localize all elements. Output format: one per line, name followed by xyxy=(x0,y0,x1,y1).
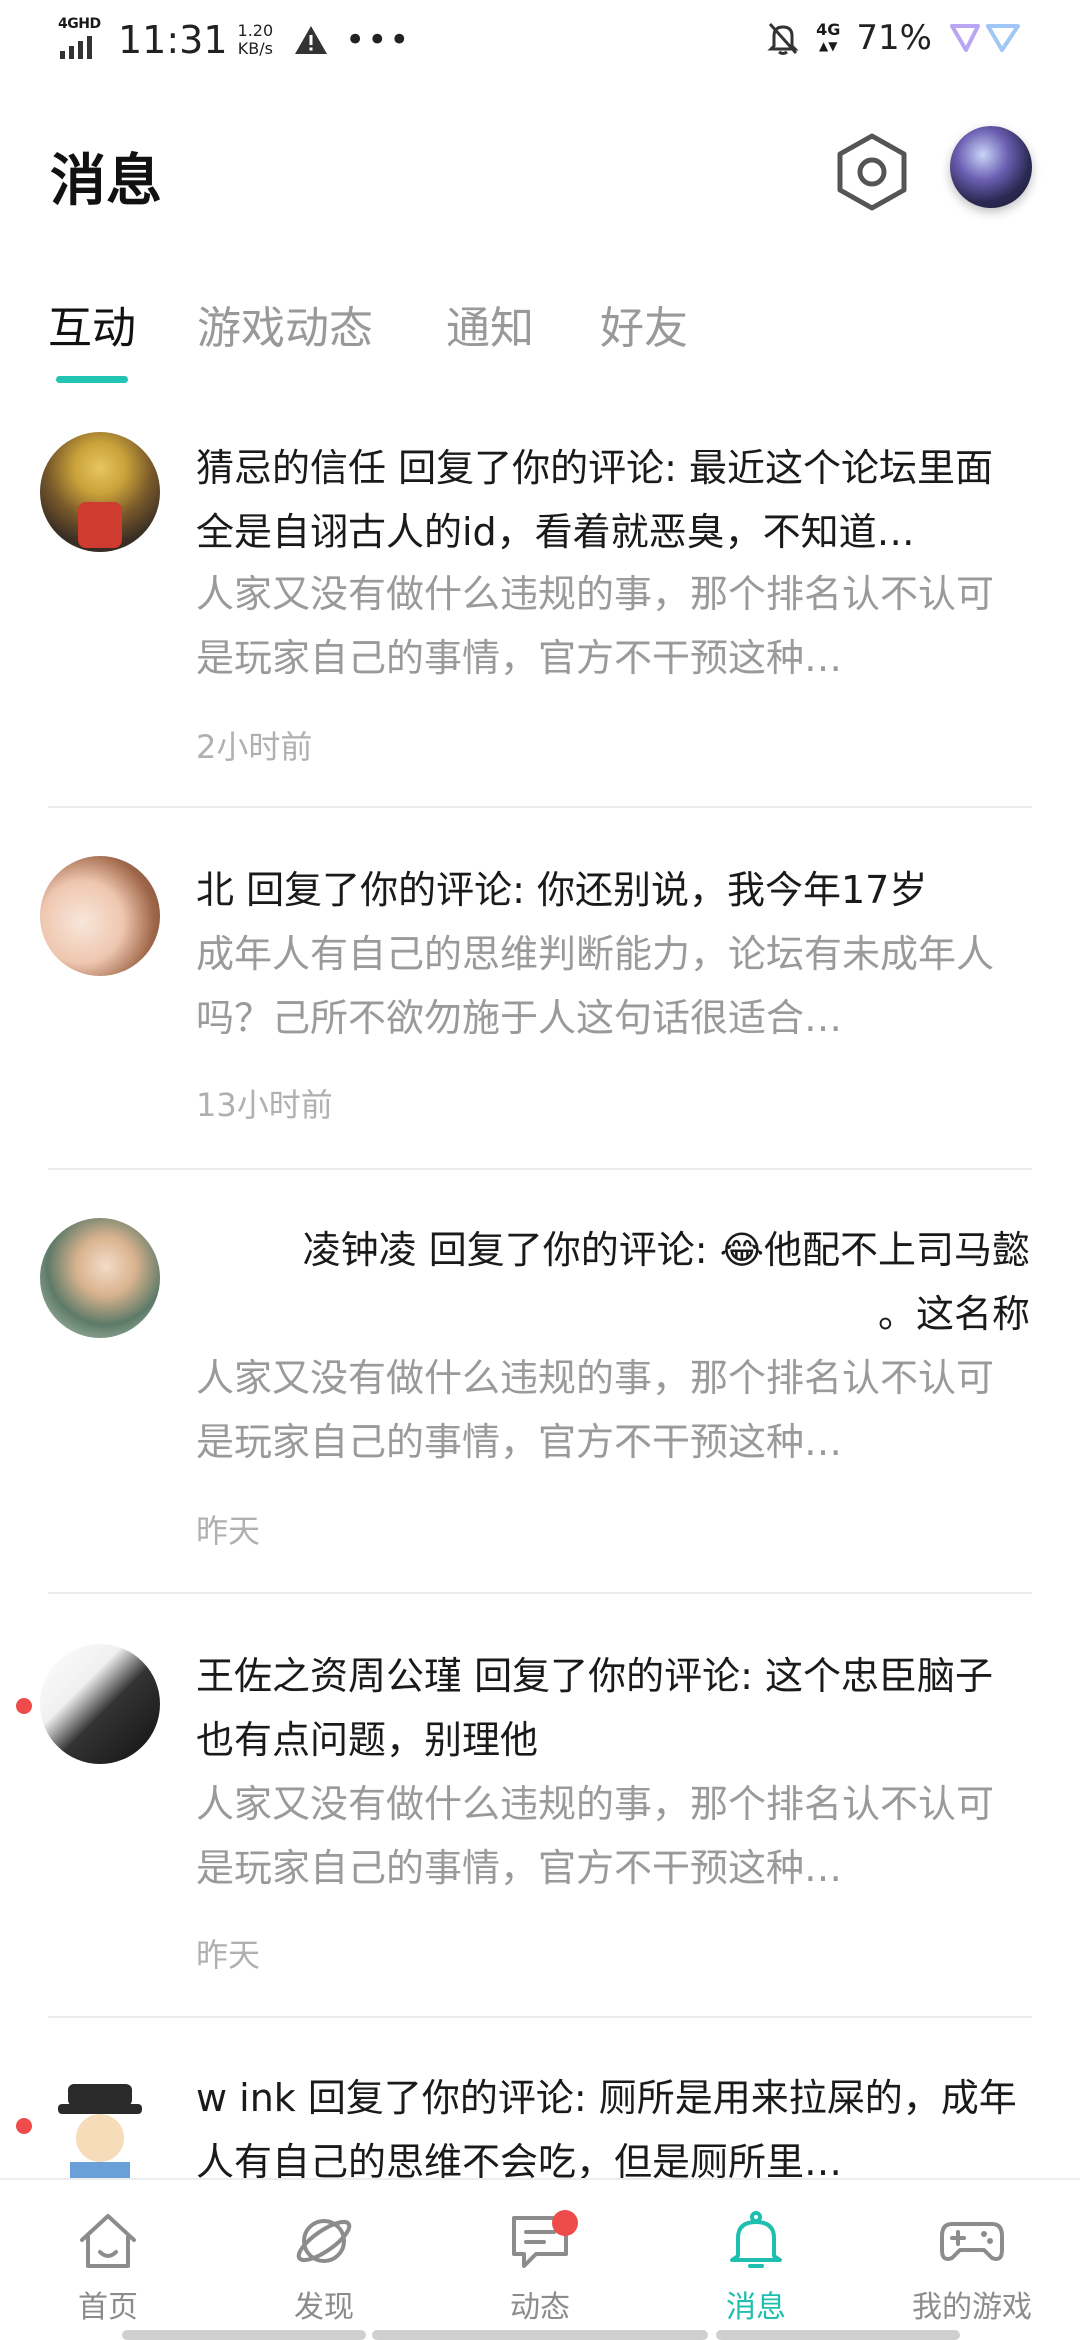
gamepad-icon xyxy=(940,2222,1004,2261)
more-notifications-icon: ••• xyxy=(345,20,412,60)
nav-messages-label: 消息 xyxy=(726,2290,786,2325)
gesture-bar xyxy=(372,2330,708,2340)
nav-my-games[interactable]: 我的游戏 xyxy=(902,2210,1042,2330)
active-tab-indicator xyxy=(56,376,128,383)
message-title: 北 回复了你的评论: 你还别说，我今年17岁 xyxy=(196,868,928,912)
message-item[interactable]: w ink 回复了你的评论: 厕所是用来拉屎的，成年人有自己的思维不会吃，但是厕… xyxy=(0,2056,1080,2178)
divider xyxy=(48,2016,1032,2018)
tab-notifications[interactable]: 通知 xyxy=(446,292,534,356)
nav-my-games-label: 我的游戏 xyxy=(912,2290,1032,2325)
gesture-bar xyxy=(122,2330,366,2340)
status-bar: 4GHD 11:31 1.20 KB/s ••• 4G ▲▼ 71% xyxy=(0,0,1080,84)
message-title: 王佐之资周公瑾 回复了你的评论: 这个忠臣脑子也有点问题，别理他 xyxy=(196,1654,993,1762)
mobile-data-indicator: 4G ▲▼ xyxy=(816,20,841,54)
status-time: 11:31 xyxy=(118,18,228,62)
status-left: 4GHD 11:31 1.20 KB/s ••• xyxy=(58,14,411,66)
home-icon xyxy=(80,2214,136,2268)
nav-feed-label: 动态 xyxy=(510,2290,570,2325)
message-title: 凌钟凌 回复了你的评论: 😂他配不上司马懿 xyxy=(302,1228,1030,1272)
settings-hexagon-icon xyxy=(837,133,907,211)
avatar[interactable] xyxy=(40,856,160,976)
nav-discover-label: 发现 xyxy=(294,2290,354,2325)
divider xyxy=(48,1168,1032,1170)
settings-button[interactable] xyxy=(832,128,912,216)
nav-messages[interactable]: 消息 xyxy=(686,2210,826,2330)
nav-feed[interactable]: 动态 xyxy=(470,2210,610,2330)
unread-dot xyxy=(16,1698,32,1714)
bell-icon xyxy=(730,2211,782,2268)
avatar[interactable] xyxy=(40,432,160,552)
battery-level: 71% xyxy=(856,18,932,58)
tab-interaction[interactable]: 互动 xyxy=(48,292,136,356)
bell-off-icon xyxy=(767,22,799,55)
warning-icon xyxy=(295,26,328,54)
avatar-illustration xyxy=(58,2084,142,2178)
network-speed-value: 1.20 xyxy=(237,21,274,40)
page-header: 消息 xyxy=(0,110,1080,230)
avatar[interactable] xyxy=(40,2076,160,2178)
nav-home[interactable]: 首页 xyxy=(38,2210,178,2330)
message-title: w ink 回复了你的评论: 厕所是用来拉屎的，成年人有自己的思维不会吃，但是厕… xyxy=(196,2076,1017,2178)
nav-feed-badge xyxy=(552,2210,578,2236)
message-time: 2小时前 xyxy=(196,728,313,766)
tab-friends[interactable]: 好友 xyxy=(600,292,688,356)
planet-icon xyxy=(296,2219,352,2263)
avatar[interactable] xyxy=(40,1218,160,1338)
message-quote: 人家又没有做什么违规的事，那个排名认不认可是玩家自己的事情，官方不干预这种… xyxy=(196,1356,995,1464)
bottom-nav: 首页 发现 动态 消息 我的游戏 xyxy=(0,2178,1080,2340)
divider xyxy=(48,1592,1032,1594)
page-title: 消息 xyxy=(50,149,162,214)
message-time: 13小时前 xyxy=(196,1086,333,1124)
status-right: 4G ▲▼ 71% xyxy=(766,18,1024,58)
message-time: 昨天 xyxy=(196,1512,261,1550)
nav-discover[interactable]: 发现 xyxy=(254,2210,394,2330)
divider xyxy=(48,806,1032,808)
mobile-data-label: 4G xyxy=(816,20,841,39)
message-title: 猜忌的信任 回复了你的评论: 最近这个论坛里面全是自诩古人的id，看着就恶臭，不… xyxy=(196,446,993,554)
my-avatar[interactable] xyxy=(950,126,1032,208)
network-speed: 1.20 KB/s xyxy=(238,22,274,58)
network-type: 4GHD xyxy=(58,16,101,32)
brand-logo-icon xyxy=(950,24,1020,52)
tab-game-news[interactable]: 游戏动态 xyxy=(197,292,373,356)
message-quote: 成年人有自己的思维判断能力，论坛有未成年人吗？己所不欲勿施于人这句话很适合… xyxy=(196,932,995,1040)
unread-dot xyxy=(16,2118,32,2134)
network-speed-unit: KB/s xyxy=(237,39,273,58)
message-title-continued: 。这名称 xyxy=(877,1292,1030,1336)
nav-home-label: 首页 xyxy=(78,2290,138,2325)
cellular-signal-icon: 4GHD xyxy=(58,14,108,66)
gesture-bar xyxy=(716,2330,960,2340)
message-tabs: 互动 游戏动态 通知 好友 xyxy=(0,280,1080,390)
avatar[interactable] xyxy=(40,1644,160,1764)
message-time: 昨天 xyxy=(196,1936,261,1974)
message-quote: 人家又没有做什么违规的事，那个排名认不认可是玩家自己的事情，官方不干预这种… xyxy=(196,1782,995,1890)
message-quote: 人家又没有做什么违规的事，那个排名认不认可是玩家自己的事情，官方不干预这种… xyxy=(196,572,995,680)
